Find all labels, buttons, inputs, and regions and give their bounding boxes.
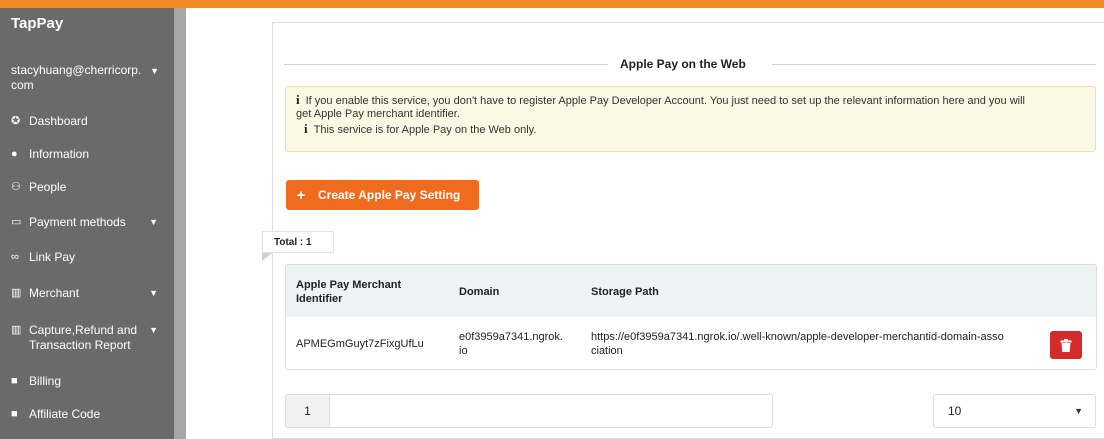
page-size-value: 10: [948, 404, 962, 418]
create-apple-pay-setting-button[interactable]: + Create Apple Pay Setting: [286, 180, 479, 210]
column-header-domain: Domain: [459, 286, 500, 298]
section-header: Apple Pay on the Web: [284, 57, 1104, 71]
table-header: Apple Pay Merchant Identifier Domain Sto…: [286, 265, 1096, 317]
section-title: Apple Pay on the Web: [620, 57, 746, 71]
info-icon: i: [296, 92, 300, 107]
sidebar-item-payment-methods[interactable]: ▭ Payment methods ▼: [11, 215, 166, 230]
user-menu[interactable]: stacyhuang@cherricorp. com ▼: [11, 63, 161, 93]
column-header-storage-path: Storage Path: [591, 286, 659, 298]
affiliate-icon: ■: [11, 408, 18, 420]
notice-line1b: get Apple Pay merchant identifier.: [296, 108, 460, 120]
info-icon: i: [304, 121, 308, 136]
report-icon: ▥: [11, 324, 22, 336]
sidebar-item-merchant[interactable]: ▥ Merchant ▼: [11, 286, 166, 301]
merchant-icon: ▥: [11, 287, 22, 299]
notice-line2: This service is for Apple Pay on the Web…: [313, 124, 537, 136]
caret-down-icon: ▼: [149, 325, 158, 335]
trash-icon: [1060, 338, 1072, 352]
card-icon: ▭: [11, 216, 22, 228]
sidebar-item-label: Billing: [29, 374, 62, 388]
page-number[interactable]: 1: [286, 395, 330, 427]
sidebar-item-label-line1: Capture,Refund and: [29, 323, 138, 337]
cell-domain-line1: e0f3959a7341.ngrok.: [459, 331, 563, 343]
delete-button[interactable]: [1050, 331, 1082, 359]
sidebar-item-label: People: [29, 180, 67, 194]
sidebar-item-billing[interactable]: ■ Billing: [11, 374, 166, 389]
notice-line1: If you enable this service, you don't ha…: [305, 95, 1026, 107]
caret-down-icon: ▼: [150, 66, 159, 76]
create-button-label: Create Apple Pay Setting: [318, 188, 461, 202]
caret-down-icon: ▼: [149, 288, 158, 298]
cell-identifier: APMEGmGuyt7zFixgUfLu: [296, 338, 424, 350]
divider: [772, 64, 1096, 65]
user-email-line1: stacyhuang@cherricorp.: [11, 63, 142, 77]
info-notice: i If you enable this service, you don't h…: [285, 86, 1096, 152]
sidebar-item-label: Information: [29, 147, 90, 161]
plus-icon: +: [296, 186, 306, 204]
table-row: APMEGmGuyt7zFixgUfLu e0f3959a7341.ngrok.…: [286, 317, 1096, 369]
billing-icon: ■: [11, 375, 18, 387]
cell-storage-path: https://e0f3959a7341.ngrok.io/.well-know…: [591, 330, 1004, 358]
sidebar-item-label: Merchant: [29, 286, 80, 300]
people-icon: ⚇: [11, 181, 21, 193]
ribbon-tail: [262, 253, 272, 261]
dashboard-icon: ✪: [11, 115, 21, 127]
sidebar-item-link-pay[interactable]: ∞ Link Pay: [11, 250, 166, 265]
sidebar-item-label: Link Pay: [29, 250, 76, 264]
chevron-down-icon: ▼: [1074, 406, 1083, 416]
column-header-identifier: Apple Pay Merchant Identifier: [296, 278, 401, 306]
column-header-identifier-line2: Identifier: [296, 293, 343, 305]
sidebar-item-label: Payment methods: [29, 215, 126, 229]
cell-domain-line2: io: [459, 345, 468, 357]
cell-path-line2: ciation: [591, 345, 623, 357]
cell-domain: e0f3959a7341.ngrok. io: [459, 330, 563, 358]
info-icon: ●: [11, 148, 18, 160]
sidebar-item-dashboard[interactable]: ✪ Dashboard: [11, 114, 166, 129]
sidebar-item-label-line2: Transaction Report: [29, 338, 131, 352]
sidebar-item-capture-refund-report[interactable]: ▥ Capture,Refund and Transaction Report …: [11, 323, 166, 353]
link-icon: ∞: [11, 251, 19, 263]
brand-logo[interactable]: TapPay: [11, 15, 63, 32]
column-header-identifier-line1: Apple Pay Merchant: [296, 279, 402, 291]
sidebar-scrollbar[interactable]: [174, 8, 186, 439]
sidebar-item-information[interactable]: ● Information: [11, 147, 166, 162]
sidebar-item-affiliate-code[interactable]: ■ Affiliate Code: [11, 407, 166, 422]
cell-path-line1: https://e0f3959a7341.ngrok.io/.well-know…: [591, 331, 1004, 343]
caret-down-icon: ▼: [149, 217, 158, 227]
sidebar-item-people[interactable]: ⚇ People: [11, 180, 166, 195]
user-email-line2: com: [11, 78, 34, 92]
pagination: 1: [285, 394, 773, 428]
divider: [284, 64, 608, 65]
content-card: [272, 22, 1104, 439]
sidebar-item-label: Dashboard: [29, 114, 88, 128]
top-accent-bar: [0, 0, 1104, 8]
total-count-label: Total : 1: [262, 231, 334, 253]
sidebar-item-label: Affiliate Code: [29, 407, 101, 421]
page-size-select[interactable]: 10 ▼: [933, 394, 1096, 428]
apple-pay-settings-table: Apple Pay Merchant Identifier Domain Sto…: [285, 264, 1097, 370]
